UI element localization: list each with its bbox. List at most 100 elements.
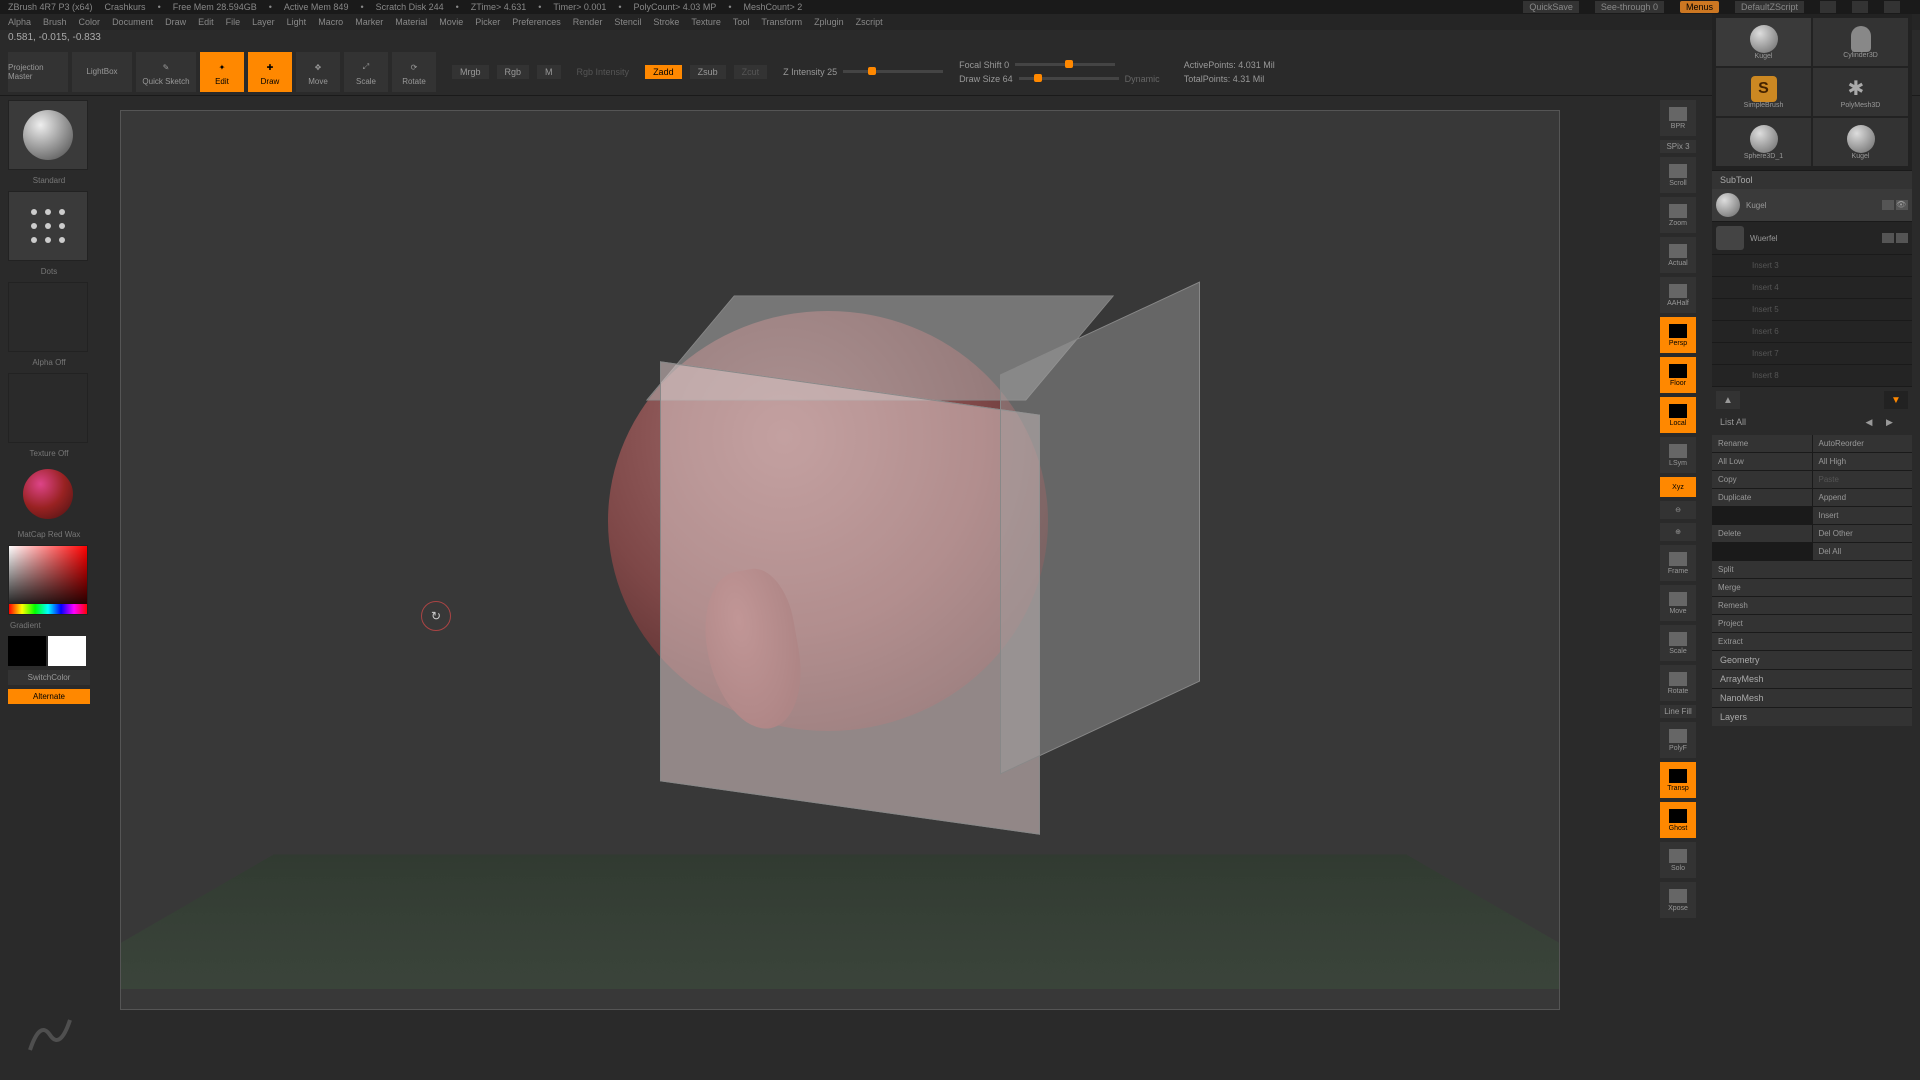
subtool-empty-slot[interactable]: Insert 5 xyxy=(1712,299,1912,321)
menu-alpha[interactable]: Alpha xyxy=(8,17,31,27)
menu-light[interactable]: Light xyxy=(287,17,307,27)
merge-button[interactable]: Merge xyxy=(1712,579,1912,596)
aahalf-button[interactable]: AAHalf xyxy=(1660,277,1696,313)
m-button[interactable]: M xyxy=(537,65,561,79)
visibility-icon[interactable] xyxy=(1882,200,1894,210)
menu-macro[interactable]: Macro xyxy=(318,17,343,27)
local-button[interactable]: Local xyxy=(1660,397,1696,433)
alllow-button[interactable]: All Low xyxy=(1712,453,1812,470)
subtool-header[interactable]: SubTool xyxy=(1712,170,1912,189)
xpose-button[interactable]: Xpose xyxy=(1660,882,1696,918)
solo-button[interactable]: Solo xyxy=(1660,842,1696,878)
menu-draw[interactable]: Draw xyxy=(165,17,186,27)
move-down-button[interactable]: ▼ xyxy=(1884,391,1908,409)
duplicate-button[interactable]: Duplicate xyxy=(1712,489,1812,506)
transp-button[interactable]: Transp xyxy=(1660,762,1696,798)
arraymesh-section[interactable]: ArrayMesh xyxy=(1712,669,1912,688)
paste-button[interactable]: Paste xyxy=(1813,471,1913,488)
switchcolor-button[interactable]: SwitchColor xyxy=(8,670,90,685)
rotate-button[interactable]: ⟳Rotate xyxy=(392,52,436,92)
menus-button[interactable]: Menus xyxy=(1680,1,1719,13)
delete-button[interactable]: Delete xyxy=(1712,525,1812,542)
mrgb-button[interactable]: Mrgb xyxy=(452,65,489,79)
menu-zplugin[interactable]: Zplugin xyxy=(814,17,844,27)
polyf-button[interactable]: PolyF xyxy=(1660,722,1696,758)
insert-button[interactable]: Insert xyxy=(1813,507,1913,524)
copy-button[interactable]: Copy xyxy=(1712,471,1812,488)
scroll-button[interactable]: Scroll xyxy=(1660,157,1696,193)
menu-edit[interactable]: Edit xyxy=(198,17,214,27)
color-picker[interactable] xyxy=(8,545,88,615)
append-button[interactable]: Append xyxy=(1813,489,1913,506)
lightbox-button[interactable]: LightBox xyxy=(72,52,132,92)
menu-material[interactable]: Material xyxy=(395,17,427,27)
subtool-empty-slot[interactable]: Insert 6 xyxy=(1712,321,1912,343)
material-selector[interactable] xyxy=(8,464,88,524)
xyz-button[interactable]: Xyz xyxy=(1660,477,1696,497)
zcut-button[interactable]: Zcut xyxy=(734,65,768,79)
menu-brush[interactable]: Brush xyxy=(43,17,67,27)
draw-button[interactable]: ✚Draw xyxy=(248,52,292,92)
delother-button[interactable]: Del Other xyxy=(1813,525,1913,542)
tool-cylinder3d[interactable]: Cylinder3D xyxy=(1813,18,1908,66)
secondary-color-swatch[interactable] xyxy=(8,636,46,666)
menu-preferences[interactable]: Preferences xyxy=(512,17,561,27)
focal-shift-slider[interactable]: Focal Shift 0 xyxy=(959,60,1160,70)
nanomesh-section[interactable]: NanoMesh xyxy=(1712,688,1912,707)
projection-master-button[interactable]: Projection Master xyxy=(8,52,68,92)
subtool-empty-slot[interactable]: Insert 7 xyxy=(1712,343,1912,365)
geometry-section[interactable]: Geometry xyxy=(1712,650,1912,669)
menu-marker[interactable]: Marker xyxy=(355,17,383,27)
eye-icon[interactable] xyxy=(1896,233,1908,243)
seethrough-slider[interactable]: See-through 0 xyxy=(1595,1,1664,13)
bpr-button[interactable]: BPR xyxy=(1660,100,1696,136)
move-up-button[interactable]: ▲ xyxy=(1716,391,1740,409)
z-intensity-slider[interactable]: Z Intensity 25 xyxy=(783,67,943,77)
viewport[interactable]: ↻ xyxy=(120,110,1560,1010)
project-button[interactable]: Project xyxy=(1712,615,1912,632)
scale-view-button[interactable]: Scale xyxy=(1660,625,1696,661)
spix-slider[interactable]: SPix 3 xyxy=(1660,140,1696,153)
menu-tool[interactable]: Tool xyxy=(733,17,750,27)
window-max-icon[interactable] xyxy=(1852,1,1868,13)
menu-render[interactable]: Render xyxy=(573,17,603,27)
menu-texture[interactable]: Texture xyxy=(691,17,721,27)
nav-next-icon[interactable]: ▶ xyxy=(1886,417,1904,431)
subtool-kugel[interactable]: Kugel 👁 xyxy=(1712,189,1912,222)
quick-sketch-button[interactable]: ✎Quick Sketch xyxy=(136,52,196,92)
layers-section[interactable]: Layers xyxy=(1712,707,1912,726)
alternate-button[interactable]: Alternate xyxy=(8,689,90,704)
menu-stroke[interactable]: Stroke xyxy=(653,17,679,27)
tool-simplebrush[interactable]: SSimpleBrush xyxy=(1716,68,1811,116)
allhigh-button[interactable]: All High xyxy=(1813,453,1913,470)
subtool-empty-slot[interactable]: Insert 8 xyxy=(1712,365,1912,387)
quicksave-button[interactable]: QuickSave xyxy=(1523,1,1579,13)
defaultzscript-button[interactable]: DefaultZScript xyxy=(1735,1,1804,13)
tool-sphere3d-1[interactable]: Sphere3D_1 xyxy=(1716,118,1811,166)
floor-button[interactable]: Floor xyxy=(1660,357,1696,393)
nav-prev-icon[interactable]: ◀ xyxy=(1865,417,1883,431)
subtool-empty-slot[interactable]: Insert 4 xyxy=(1712,277,1912,299)
window-min-icon[interactable] xyxy=(1820,1,1836,13)
brush-selector[interactable] xyxy=(8,100,88,170)
tool-polymesh3d[interactable]: ✱PolyMesh3D xyxy=(1813,68,1908,116)
subtool-empty-slot[interactable]: Insert 3 xyxy=(1712,255,1912,277)
menu-layer[interactable]: Layer xyxy=(252,17,275,27)
list-all-button[interactable]: List All xyxy=(1720,417,1746,431)
delall-button[interactable]: Del All xyxy=(1813,543,1913,560)
frame-button[interactable]: Frame xyxy=(1660,545,1696,581)
zoom-button[interactable]: Zoom xyxy=(1660,197,1696,233)
draw-size-slider[interactable]: Draw Size 64Dynamic xyxy=(959,74,1160,84)
zoom-minus-icon[interactable]: ⊖ xyxy=(1660,501,1696,519)
tool-kugel[interactable]: Kugel xyxy=(1716,18,1811,66)
rename-button[interactable]: Rename xyxy=(1712,435,1812,452)
menu-file[interactable]: File xyxy=(226,17,241,27)
lsym-button[interactable]: LSym xyxy=(1660,437,1696,473)
eye-icon[interactable]: 👁 xyxy=(1896,200,1908,210)
alpha-selector[interactable] xyxy=(8,282,88,352)
texture-selector[interactable] xyxy=(8,373,88,443)
subtool-wuerfel[interactable]: Wuerfel xyxy=(1712,222,1912,255)
stroke-selector[interactable] xyxy=(8,191,88,261)
menu-stencil[interactable]: Stencil xyxy=(614,17,641,27)
visibility-icon[interactable] xyxy=(1882,233,1894,243)
